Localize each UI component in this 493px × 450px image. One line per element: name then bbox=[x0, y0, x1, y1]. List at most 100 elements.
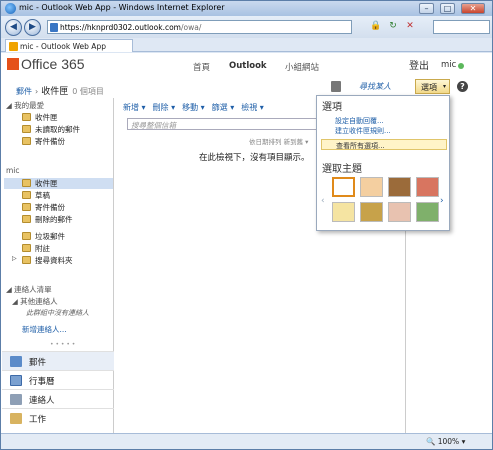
logo-text: Office 365 bbox=[21, 56, 85, 72]
page-icon bbox=[50, 23, 58, 32]
tab-label: mic - Outlook Web App bbox=[20, 42, 106, 51]
folder-icon bbox=[22, 179, 31, 187]
browser-tab[interactable]: mic - Outlook Web App bbox=[5, 39, 133, 52]
status-bar: 🔍 100% ▾ bbox=[1, 433, 492, 449]
folder-notes[interactable]: 附註 bbox=[22, 243, 110, 254]
folder-icon bbox=[22, 125, 31, 133]
folder-inbox[interactable]: 收件匣 bbox=[4, 178, 113, 189]
folder-icon bbox=[22, 256, 31, 264]
url-input[interactable]: https://hknprd0302.outlook.com/owa/ bbox=[47, 20, 352, 34]
url-path: /owa/ bbox=[180, 23, 202, 32]
move-button[interactable]: 移動 ▾ bbox=[182, 103, 205, 112]
fav-inbox[interactable]: 收件匣 bbox=[22, 112, 110, 123]
module-mail[interactable]: 郵件 bbox=[2, 351, 114, 370]
chevron-down-icon: ▾ bbox=[443, 83, 447, 90]
theme-swatch[interactable] bbox=[332, 177, 355, 197]
options-button[interactable]: 選項 ▾ bbox=[415, 79, 450, 94]
folder-icon bbox=[22, 113, 31, 121]
auto-reply-link[interactable]: 設定自動回覆... bbox=[335, 116, 384, 126]
owa-page: Office 365 首頁 Outlook 小組網站 登出 mic 郵件 › 收件匣… bbox=[1, 53, 492, 438]
options-menu-title: 選項 bbox=[322, 102, 342, 113]
all-options-item[interactable]: 查看所有選項... bbox=[321, 139, 447, 150]
back-icon[interactable]: ◀ bbox=[5, 19, 22, 36]
url-host: https://hknprd0302.outlook.com bbox=[60, 23, 181, 32]
browser-search-input[interactable] bbox=[433, 20, 490, 34]
address-bar: ◀ ▶ https://hknprd0302.outlook.com/owa/ … bbox=[1, 16, 492, 38]
folder-drafts[interactable]: 草稿 bbox=[22, 190, 110, 201]
breadcrumb-sep: › bbox=[35, 87, 39, 96]
mailbox-search-input[interactable]: 搜尋整個信箱 bbox=[127, 118, 317, 130]
theme-swatch[interactable] bbox=[416, 177, 439, 197]
new-contact-link[interactable]: 新增連絡人... bbox=[22, 324, 67, 335]
zoom-level[interactable]: 🔍 100% ▾ bbox=[426, 437, 465, 446]
all-options-label: 查看所有選項... bbox=[336, 142, 385, 150]
folder-search[interactable]: ▷ 搜尋資料夾 bbox=[12, 255, 110, 266]
folder-icon bbox=[22, 191, 31, 199]
inbox-rules-link[interactable]: 建立收件匣規則... bbox=[335, 126, 391, 136]
breadcrumb-folder: 收件匣 bbox=[41, 87, 69, 97]
theme-prev-icon[interactable]: ‹ bbox=[321, 196, 325, 206]
expand-icon: ▷ bbox=[12, 255, 17, 262]
theme-swatch[interactable] bbox=[332, 202, 355, 222]
window-title: mic - Outlook Web App - Windows Internet… bbox=[19, 3, 225, 12]
minimize-button[interactable]: – bbox=[419, 3, 434, 14]
nav-outlook[interactable]: Outlook bbox=[229, 61, 267, 71]
nav-team-site[interactable]: 小組網站 bbox=[285, 61, 319, 73]
folder-sent[interactable]: 寄件備份 bbox=[22, 202, 110, 213]
delete-button[interactable]: 刪除 ▾ bbox=[153, 103, 176, 112]
address-book-icon bbox=[331, 81, 341, 92]
tab-bar: mic - Outlook Web App bbox=[1, 38, 492, 52]
favorites-header[interactable]: ◢ 我的最愛 bbox=[6, 100, 44, 111]
arrange-by[interactable]: 依日期排列 新到舊 ▾ bbox=[249, 136, 308, 146]
user-name: mic bbox=[441, 60, 457, 70]
theme-swatch[interactable] bbox=[360, 202, 383, 222]
module-calendar[interactable]: 行事曆 bbox=[2, 370, 114, 389]
contacts-header[interactable]: ◢ 連絡人清單 bbox=[6, 284, 52, 295]
mail-icon bbox=[10, 356, 22, 367]
signout-link[interactable]: 登出 bbox=[409, 57, 429, 72]
tasks-icon bbox=[10, 413, 22, 424]
find-people[interactable]: 尋找某人 bbox=[331, 79, 406, 95]
breadcrumb-mail[interactable]: 郵件 bbox=[16, 87, 32, 96]
contact-group[interactable]: ◢ 其他連絡人 bbox=[12, 296, 58, 307]
stop-icon[interactable]: ✕ bbox=[403, 20, 417, 34]
new-button[interactable]: 新增 ▾ bbox=[123, 103, 146, 112]
folder-deleted[interactable]: 刪除的郵件 bbox=[22, 214, 110, 225]
folder-icon bbox=[22, 137, 31, 145]
breadcrumb: 郵件 › 收件匣 0 個項目 bbox=[16, 84, 104, 97]
options-label: 選項 bbox=[421, 83, 437, 92]
refresh-icon[interactable]: ↻ bbox=[386, 20, 400, 34]
filter-button[interactable]: 篩選 ▾ bbox=[212, 103, 235, 112]
folder-icon bbox=[22, 203, 31, 211]
fav-unread[interactable]: 未讀取的郵件 bbox=[22, 124, 110, 135]
lock-icon[interactable]: 🔒 bbox=[369, 20, 383, 34]
calendar-icon bbox=[10, 375, 22, 386]
help-icon[interactable]: ? bbox=[457, 81, 468, 92]
empty-group-text: 此群組中沒有連絡人 bbox=[26, 309, 89, 317]
mailbox-header[interactable]: mic bbox=[6, 166, 20, 175]
theme-swatch[interactable] bbox=[388, 177, 411, 197]
close-button[interactable]: ✕ bbox=[461, 3, 485, 14]
maximize-button[interactable]: □ bbox=[440, 3, 455, 14]
ie-logo-icon bbox=[5, 3, 16, 14]
folder-icon bbox=[22, 232, 31, 240]
theme-next-icon[interactable]: › bbox=[440, 196, 444, 206]
theme-title: 選取主題 bbox=[322, 164, 362, 175]
theme-swatch[interactable] bbox=[416, 202, 439, 222]
view-button[interactable]: 檢視 ▾ bbox=[241, 103, 264, 112]
nav-home[interactable]: 首頁 bbox=[193, 61, 210, 73]
search-placeholder: 搜尋整個信箱 bbox=[131, 121, 176, 130]
find-people-input[interactable]: 尋找某人 bbox=[359, 81, 391, 92]
fav-sent[interactable]: 寄件備份 bbox=[22, 136, 110, 147]
module-contacts[interactable]: 連絡人 bbox=[2, 389, 114, 408]
theme-swatch[interactable] bbox=[388, 202, 411, 222]
office-logo-icon bbox=[7, 58, 19, 70]
module-tasks[interactable]: 工作 bbox=[2, 408, 114, 427]
folder-junk[interactable]: 垃圾郵件 bbox=[22, 231, 110, 242]
presence-icon bbox=[458, 63, 464, 69]
theme-swatch[interactable] bbox=[360, 177, 383, 197]
forward-icon[interactable]: ▶ bbox=[24, 19, 41, 36]
mail-toolbar: 新增 ▾ 刪除 ▾ 移動 ▾ 篩選 ▾ 檢視 ▾ bbox=[123, 102, 271, 113]
empty-list-message: 在此檢視下，沒有項目顯示。 bbox=[199, 153, 310, 163]
splitter-handle[interactable]: • • • • • bbox=[50, 341, 75, 348]
